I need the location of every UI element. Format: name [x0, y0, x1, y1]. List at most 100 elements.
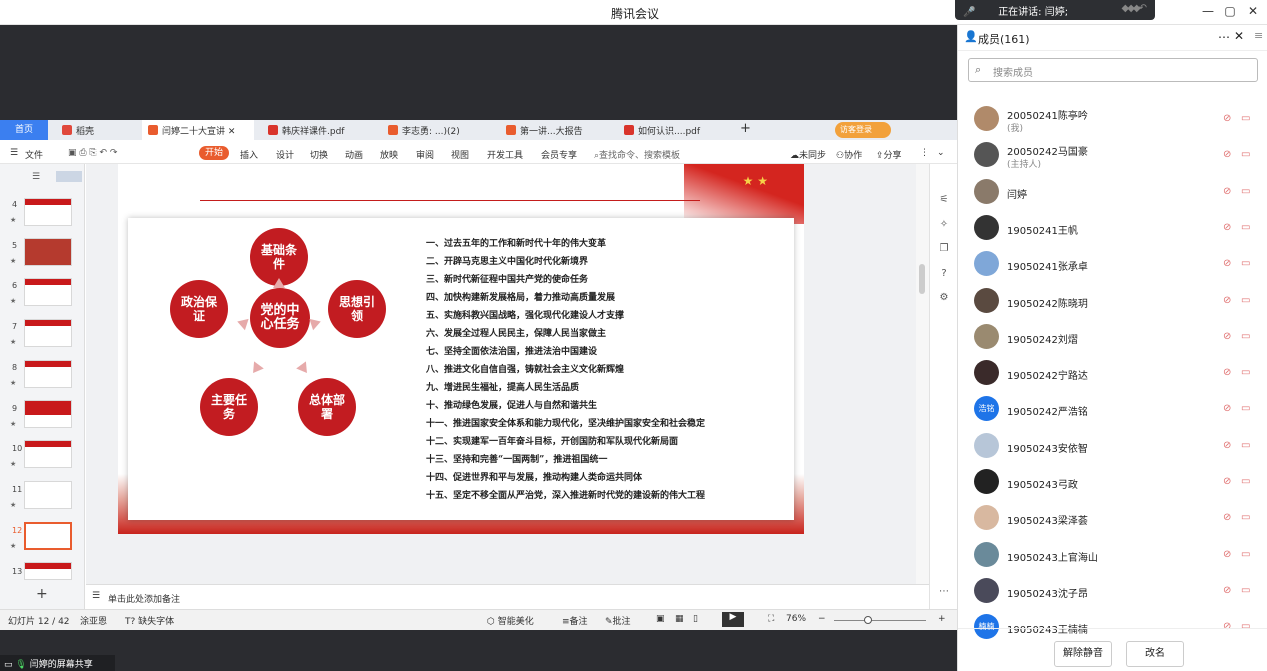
mic-muted-icon[interactable]: ⊘ [1223, 149, 1231, 160]
close-tab-icon[interactable]: ✕ [228, 127, 236, 137]
camera-off-icon[interactable]: ▭ [1241, 585, 1250, 596]
collapse-ribbon-icon[interactable]: ⌄ [937, 148, 945, 158]
help-icon[interactable]: ? [938, 268, 950, 280]
mic-muted-icon[interactable]: ⊘ [1223, 331, 1231, 342]
reading-view-icon[interactable]: ▯ [693, 614, 698, 624]
menu-start[interactable]: 开始 [199, 146, 229, 160]
camera-off-icon[interactable]: ▭ [1241, 113, 1250, 124]
copy-icon[interactable]: ❐ [938, 243, 950, 255]
camera-off-icon[interactable]: ▭ [1241, 512, 1250, 523]
member-search-input[interactable]: ⌕ 搜索成员 [968, 58, 1258, 82]
more-icon[interactable]: ⋯ [1218, 30, 1230, 44]
collab-button[interactable]: ⚇协作 [836, 148, 862, 161]
outline-icon[interactable]: ☰ [32, 172, 40, 182]
menu-member[interactable]: 会员专享 [541, 148, 577, 161]
mic-muted-icon[interactable]: ⊘ [1223, 113, 1231, 124]
close-panel-icon[interactable]: ✕ [1234, 29, 1244, 43]
unmute-all-button[interactable]: 解除静音 [1054, 641, 1112, 667]
member-row[interactable]: 19050243梁泽荟 ⊘ ▭ [958, 500, 1267, 536]
mic-muted-icon[interactable]: ⊘ [1223, 222, 1231, 233]
share-button[interactable]: ⇪分享 [876, 148, 902, 161]
zoom-in-icon[interactable]: + [938, 614, 946, 624]
member-row[interactable]: 浩铭 19050242严浩铭 ⊘ ▭ [958, 391, 1267, 427]
member-row[interactable]: 闫婷 ⊘ ▭ [958, 174, 1267, 210]
mic-muted-icon[interactable]: ⊘ [1223, 549, 1231, 560]
member-row[interactable]: 19050243沈子昂 ⊘ ▭ [958, 573, 1267, 609]
vertical-scrollbar[interactable] [916, 164, 929, 584]
adjust-icon[interactable]: ⚟ [938, 194, 950, 206]
slide-thumb[interactable] [24, 400, 72, 428]
slide-thumb[interactable] [24, 278, 72, 306]
tab-docer[interactable]: 稻壳 [56, 120, 136, 140]
camera-off-icon[interactable]: ▭ [1241, 149, 1250, 160]
new-tab-button[interactable]: + [736, 120, 756, 140]
menu-view[interactable]: 视图 [451, 148, 469, 161]
tab-current-ppt[interactable]: 闫婷二十大宣讲 ✕ [142, 120, 254, 140]
menu-file[interactable]: 文件 [25, 148, 43, 161]
mic-muted-icon[interactable]: ⊘ [1223, 295, 1231, 306]
mic-muted-icon[interactable]: ⊘ [1223, 367, 1231, 378]
camera-off-icon[interactable]: ▭ [1241, 331, 1250, 342]
slide-thumb[interactable] [24, 440, 72, 468]
menu-devtools[interactable]: 开发工具 [487, 148, 523, 161]
fit-icon[interactable]: ⛶ [768, 614, 774, 624]
slide[interactable]: ★ ★ 党的中心任务 基础条件 思想引领 总体部署 主要任务 政治保证 一、过去… [118, 164, 804, 534]
menu-icon[interactable]: ☰ [10, 148, 18, 158]
tab-ppt-3[interactable]: 第一讲...大报告 [500, 120, 610, 140]
beautify-button[interactable]: ⬡ 智能美化 [487, 614, 534, 627]
tab-pdf-1[interactable]: 韩庆祥课件.pdf [262, 120, 372, 140]
tab-ppt-2[interactable]: 李志勇: ...)(2) [382, 120, 492, 140]
camera-off-icon[interactable]: ▭ [1241, 549, 1250, 560]
comment-toggle[interactable]: ✎批注 [605, 614, 631, 627]
notes-toggle[interactable]: ≡备注 [562, 614, 588, 627]
menu-animation[interactable]: 动画 [345, 148, 363, 161]
menu-transition[interactable]: 切换 [310, 148, 328, 161]
camera-off-icon[interactable]: ▭ [1241, 295, 1250, 306]
minimize-button[interactable]: — [1198, 4, 1218, 20]
menu-review[interactable]: 审阅 [416, 148, 434, 161]
tab-pdf-2[interactable]: 如何认识....pdf [618, 120, 728, 140]
camera-off-icon[interactable]: ▭ [1241, 186, 1250, 197]
settings-icon[interactable]: ⚙ [938, 292, 950, 304]
play-button[interactable]: ▶ [722, 612, 744, 627]
login-button[interactable]: 访客登录 [835, 122, 891, 138]
quick-tools[interactable]: ▣ ⎙ ⎘ ↶ ↷ [68, 148, 117, 158]
add-slide-button[interactable]: + [36, 586, 48, 602]
mic-muted-icon[interactable]: ⊘ [1223, 258, 1231, 269]
member-row[interactable]: 19050242宁路达 ⊘ ▭ [958, 355, 1267, 391]
menu-design[interactable]: 设计 [276, 148, 294, 161]
slide-thumb[interactable] [24, 562, 72, 580]
member-row[interactable]: 19050241王帆 ⊘ ▭ [958, 210, 1267, 246]
zoom-level[interactable]: 76% [786, 614, 806, 624]
slide-thumb[interactable] [24, 238, 72, 266]
slide-thumb[interactable] [24, 481, 72, 509]
slide-thumb[interactable] [24, 319, 72, 347]
camera-off-icon[interactable]: ▭ [1241, 258, 1250, 269]
mic-muted-icon[interactable]: ⊘ [1223, 512, 1231, 523]
slide-thumb[interactable] [24, 360, 72, 388]
member-row[interactable]: 19050241张承卓 ⊘ ▭ [958, 246, 1267, 282]
camera-off-icon[interactable]: ▭ [1241, 440, 1250, 451]
member-row[interactable]: 20050242马国豪 (主持人) ⊘ ▭ [958, 137, 1267, 173]
menu-slideshow[interactable]: 放映 [380, 148, 398, 161]
notes-area[interactable]: ☰ 单击此处添加备注 [86, 584, 929, 609]
more-icon[interactable]: ⋮ [920, 148, 929, 158]
command-search[interactable]: ⌕查找命令、搜索模板 [594, 148, 680, 161]
mic-muted-icon[interactable]: ⊘ [1223, 585, 1231, 596]
mic-muted-icon[interactable]: ⊘ [1223, 440, 1231, 451]
normal-view-icon[interactable]: ▣ [656, 614, 665, 624]
camera-off-icon[interactable]: ▭ [1241, 476, 1250, 487]
member-row[interactable]: 20050241陈亭吟 (我) ⊘ ▭ [958, 101, 1267, 137]
mic-muted-icon[interactable]: ⊘ [1223, 186, 1231, 197]
member-row[interactable]: 19050243上官海山 ⊘ ▭ [958, 537, 1267, 573]
slide-thumb[interactable] [24, 198, 72, 226]
pin-icon[interactable]: ✧ [938, 219, 950, 231]
tab-home[interactable]: 首页 [0, 120, 48, 140]
zoom-out-icon[interactable]: − [818, 614, 826, 624]
member-row[interactable]: 19050242刘熠 ⊘ ▭ [958, 319, 1267, 355]
slide-thumb-selected[interactable] [24, 522, 72, 550]
list-icon[interactable]: ≡ [1254, 29, 1263, 42]
member-row[interactable]: 19050243弓政 ⊘ ▭ [958, 464, 1267, 500]
camera-off-icon[interactable]: ▭ [1241, 367, 1250, 378]
mic-muted-icon[interactable]: ⊘ [1223, 403, 1231, 414]
